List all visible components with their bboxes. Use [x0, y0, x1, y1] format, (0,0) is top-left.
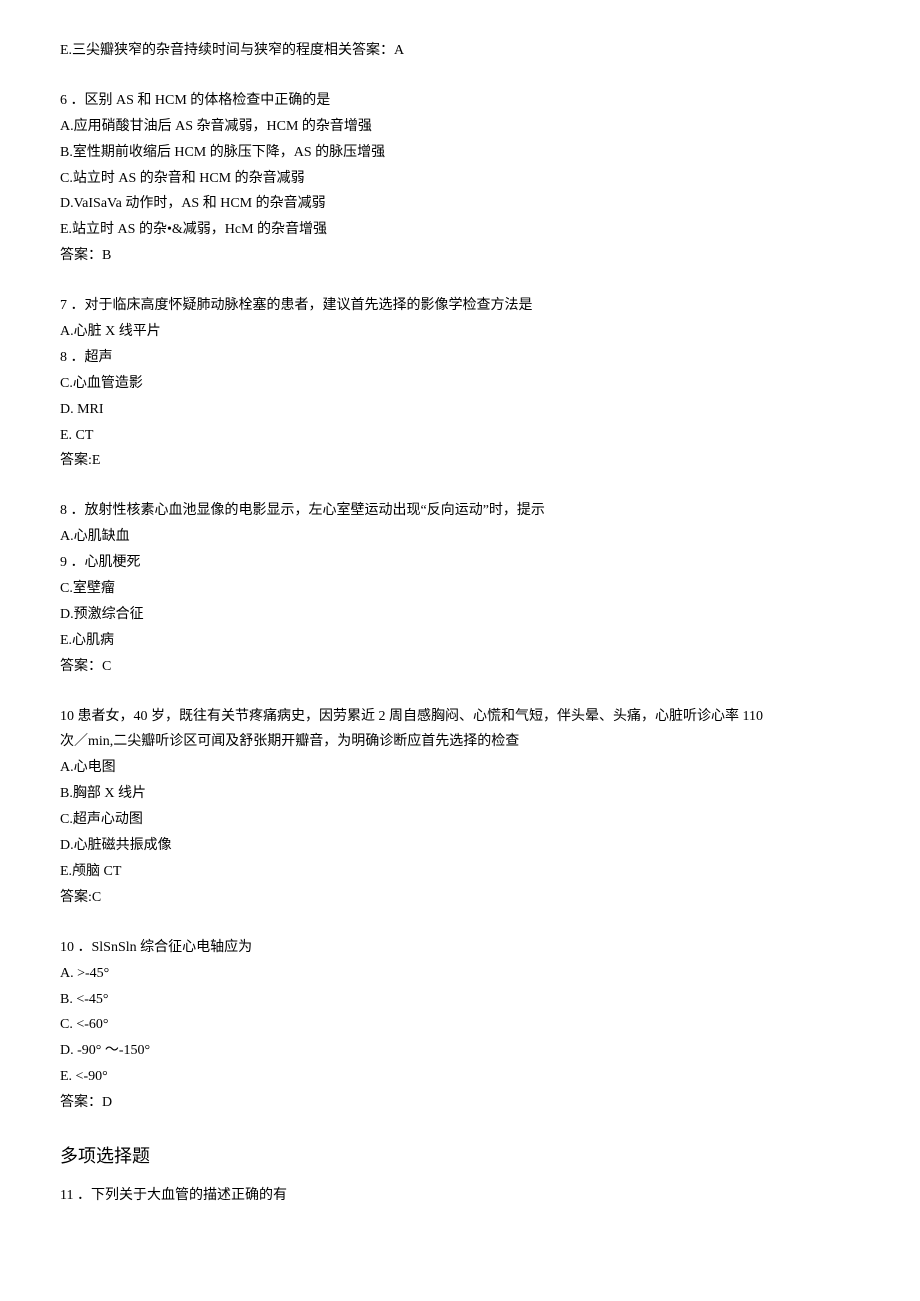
- question-8: 8 ．放射性核素心血池显像的电影显示，左心室壁运动出现“反向运动”时，提示 A.…: [60, 498, 860, 679]
- question-11: 11 ．下列关于大血管的描述正确的有: [60, 1183, 860, 1209]
- question-stem: 7 ．对于临床高度怀疑肺动脉栓塞的患者，建议首先选择的影像学检查方法是: [60, 293, 860, 319]
- option-e: E. <-90°: [60, 1064, 860, 1090]
- option-e: E.心肌病: [60, 628, 860, 654]
- option-d: D. MRI: [60, 397, 860, 423]
- question-stem: 8 ．放射性核素心血池显像的电影显示，左心室壁运动出现“反向运动”时，提示: [60, 498, 860, 524]
- option-c: C.超声心动图: [60, 807, 860, 833]
- question-stem-line1: 10 患者女，40 岁，既往有关节疼痛病史，因劳累近 2 周自感胸闷、心慌和气短…: [60, 704, 860, 730]
- option-e: E.三尖瓣狭窄的杂音持续时间与狭窄的程度相关答案：A: [60, 38, 860, 64]
- question-6: 6 ．区别 AS 和 HCM 的体格检查中正确的是 A.应用硝酸甘油后 AS 杂…: [60, 88, 860, 269]
- option-e: E. CT: [60, 423, 860, 449]
- answer: 答案：B: [60, 243, 860, 269]
- question-stem: 10 ．SlSnSln 综合征心电轴应为: [60, 935, 860, 961]
- question-stem: 11 ．下列关于大血管的描述正确的有: [60, 1183, 860, 1209]
- option-d: D.预激综合征: [60, 602, 860, 628]
- option-a: A.应用硝酸甘油后 AS 杂音减弱，HCM 的杂音增强: [60, 114, 860, 140]
- option-b: 8 ．超声: [60, 345, 860, 371]
- question-stem-line2: 次／min,二尖瓣听诊区可闻及舒张期开瓣音，为明确诊断应首先选择的检查: [60, 729, 860, 755]
- option-d: D.心脏磁共振成像: [60, 833, 860, 859]
- option-b: B.室性期前收缩后 HCM 的脉压下降，AS 的脉压增强: [60, 140, 860, 166]
- option-b: B.胸部 X 线片: [60, 781, 860, 807]
- question-10: 10 ．SlSnSln 综合征心电轴应为 A. >-45° B. <-45° C…: [60, 935, 860, 1116]
- option-a: A.心脏 X 线平片: [60, 319, 860, 345]
- option-c: C.室壁瘤: [60, 576, 860, 602]
- option-d: D. -90° ～-150°: [60, 1038, 860, 1064]
- option-b: B. <-45°: [60, 987, 860, 1013]
- section-title-multiple-choice: 多项选择题: [60, 1140, 860, 1173]
- option-e: E.站立时 AS 的杂•&减弱，HcM 的杂音增强: [60, 217, 860, 243]
- option-d: D.VaISaVa 动作时，AS 和 HCM 的杂音减弱: [60, 191, 860, 217]
- answer: 答案：D: [60, 1090, 860, 1116]
- answer: 答案:C: [60, 885, 860, 911]
- option-b: 9 ．心肌梗死: [60, 550, 860, 576]
- option-a: A. >-45°: [60, 961, 860, 987]
- option-c: C.站立时 AS 的杂音和 HCM 的杂音减弱: [60, 166, 860, 192]
- option-e: E.颅脑 CT: [60, 859, 860, 885]
- option-a: A.心电图: [60, 755, 860, 781]
- answer: 答案:E: [60, 448, 860, 474]
- option-a: A.心肌缺血: [60, 524, 860, 550]
- option-c: C. <-60°: [60, 1012, 860, 1038]
- question-9: 10 患者女，40 岁，既往有关节疼痛病史，因劳累近 2 周自感胸闷、心慌和气短…: [60, 704, 860, 911]
- question-7: 7 ．对于临床高度怀疑肺动脉栓塞的患者，建议首先选择的影像学检查方法是 A.心脏…: [60, 293, 860, 474]
- option-c: C.心血管造影: [60, 371, 860, 397]
- question-5-remainder: E.三尖瓣狭窄的杂音持续时间与狭窄的程度相关答案：A: [60, 38, 860, 64]
- question-stem: 6 ．区别 AS 和 HCM 的体格检查中正确的是: [60, 88, 860, 114]
- answer: 答案：C: [60, 654, 860, 680]
